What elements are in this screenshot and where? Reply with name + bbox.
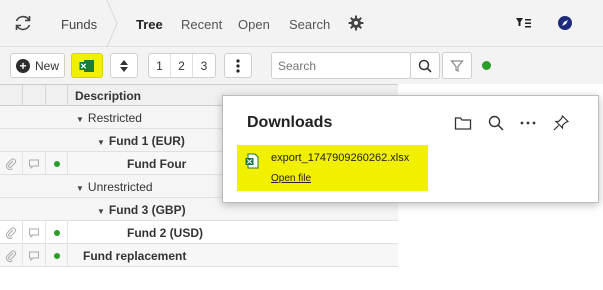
fund-name: Fund replacement	[83, 249, 187, 263]
excel-icon	[79, 59, 94, 72]
status-cell	[46, 152, 68, 175]
more-options-button[interactable]	[224, 53, 252, 78]
excel-file-icon	[245, 153, 259, 169]
header-status-col[interactable]	[46, 85, 68, 107]
status-dot	[53, 252, 60, 259]
header-comment-col[interactable]	[23, 85, 46, 107]
refresh-icon[interactable]	[12, 12, 34, 34]
downloads-title: Downloads	[247, 114, 333, 131]
status-dot	[53, 160, 60, 167]
paperclip-icon	[5, 158, 16, 170]
download-file-name: export_1747909260262.xlsx	[271, 152, 410, 164]
new-button[interactable]: + New	[10, 53, 65, 78]
comment-icon	[29, 159, 39, 169]
attach-cell[interactable]	[0, 152, 23, 175]
search-button[interactable]	[410, 52, 440, 79]
top-nav: Funds Tree Recent Open Search	[0, 0, 603, 47]
breadcrumb-funds[interactable]: Funds	[61, 17, 97, 32]
table-row[interactable]: Fund replacement	[0, 244, 398, 267]
filter-button[interactable]	[442, 52, 472, 79]
folder-icon[interactable]	[454, 114, 472, 132]
tree-group-label: ▼ Fund 3 (GBP)	[97, 203, 186, 217]
tab-open[interactable]: Open	[238, 17, 270, 32]
comment-icon	[29, 251, 39, 261]
expand-triangle-icon[interactable]: ▼	[76, 184, 84, 193]
comment-icon	[29, 228, 39, 238]
expand-triangle-icon[interactable]: ▼	[76, 115, 84, 124]
page-2-button[interactable]: 2	[171, 54, 193, 77]
sort-button[interactable]	[110, 53, 138, 78]
tab-recent[interactable]: Recent	[181, 17, 222, 32]
expand-triangle-icon[interactable]: ▼	[97, 207, 105, 216]
open-file-link[interactable]: Open file	[271, 173, 311, 184]
tab-search[interactable]: Search	[289, 17, 330, 32]
expand-triangle-icon[interactable]: ▼	[97, 138, 105, 147]
filter-list-icon[interactable]	[515, 15, 532, 31]
downloads-panel: Downloads export_1747909260262.xlsx Open…	[222, 95, 599, 203]
export-excel-button[interactable]	[71, 53, 103, 78]
sort-icon	[120, 59, 128, 72]
status-cell	[46, 221, 68, 244]
fund-name: Fund Four	[127, 157, 187, 171]
tree-group-label: ▼ Fund 1 (EUR)	[97, 134, 185, 148]
comment-cell[interactable]	[23, 221, 46, 244]
tree-group-label: ▼ Restricted	[76, 111, 142, 125]
tab-tree[interactable]: Tree	[136, 17, 163, 32]
page-3-button[interactable]: 3	[193, 54, 215, 77]
download-item[interactable]: export_1747909260262.xlsx Open file	[237, 145, 428, 191]
compass-icon[interactable]	[557, 15, 573, 31]
tree-group-label: ▼ Unrestricted	[76, 180, 153, 194]
breadcrumb-separator	[106, 0, 118, 47]
status-cell	[46, 244, 68, 267]
search-icon	[418, 59, 432, 73]
gear-icon[interactable]	[348, 15, 364, 31]
page-1-button[interactable]: 1	[149, 54, 171, 77]
header-attach-col[interactable]	[0, 85, 23, 107]
status-dot	[53, 229, 60, 236]
toolbar: + New 1 2 3	[0, 47, 603, 84]
filter-icon	[450, 59, 464, 72]
comment-cell[interactable]	[23, 152, 46, 175]
more-icon[interactable]	[519, 114, 537, 132]
attach-cell[interactable]	[0, 244, 23, 267]
status-indicator	[482, 61, 491, 70]
search-icon[interactable]	[487, 114, 505, 132]
attach-cell[interactable]	[0, 221, 23, 244]
new-button-label: New	[34, 58, 59, 73]
pagination: 1 2 3	[148, 53, 216, 78]
header-description[interactable]: Description	[75, 89, 141, 103]
app-window: Funds Tree Recent Open Search + New 1 2 …	[0, 0, 603, 290]
paperclip-icon	[5, 250, 16, 262]
search-input[interactable]	[271, 52, 411, 79]
fund-name: Fund 2 (USD)	[127, 226, 203, 240]
table-row[interactable]: Fund 2 (USD)	[0, 221, 398, 244]
plus-icon: +	[15, 58, 30, 73]
kebab-icon	[236, 58, 240, 73]
comment-cell[interactable]	[23, 244, 46, 267]
pin-icon[interactable]	[552, 114, 570, 132]
paperclip-icon	[5, 227, 16, 239]
